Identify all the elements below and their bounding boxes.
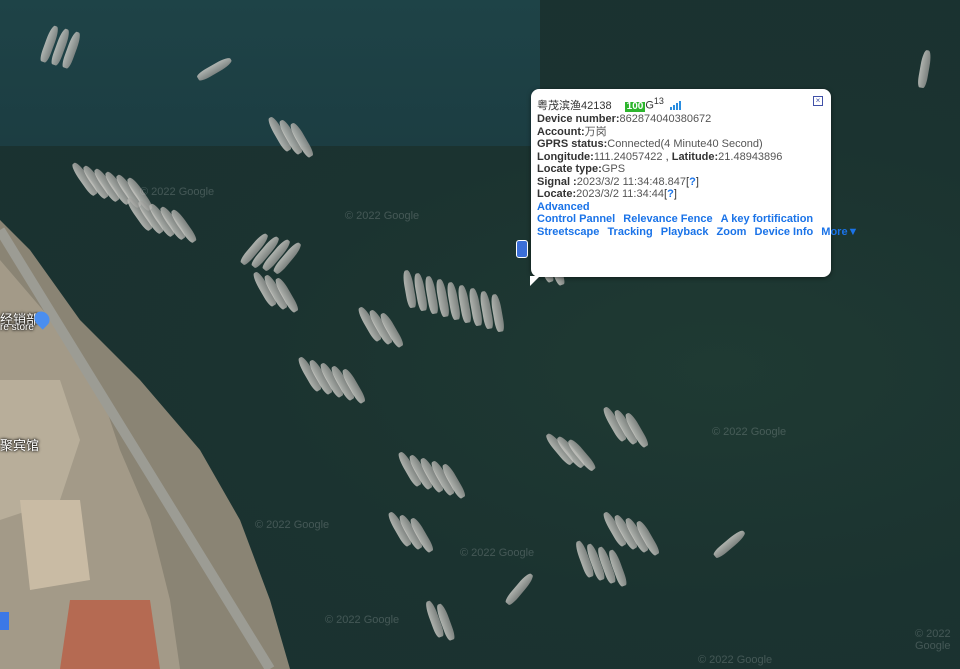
gprs-status: Connected(4 Minute40 Second) xyxy=(607,138,763,151)
key-fortification-link[interactable]: A key fortification xyxy=(721,213,814,225)
locate-time: 2023/3/2 11:34:44 xyxy=(576,188,665,201)
playback-link[interactable]: Playback xyxy=(661,226,709,238)
control-pannel-link[interactable]: Control Pannel xyxy=(537,213,615,225)
streetscape-link[interactable]: Streetscape xyxy=(537,226,599,238)
map-watermark: © 2022 Google xyxy=(140,186,215,198)
vehicle-name: 粤茂滨渔42138 xyxy=(537,99,612,112)
map-label-hotel: 聚宾馆 xyxy=(0,438,40,453)
vehicle-marker-icon[interactable] xyxy=(516,240,528,258)
map-watermark: © 2022 Google xyxy=(698,654,773,666)
battery-icon: 100 xyxy=(624,100,646,112)
map-control-button[interactable] xyxy=(0,612,9,630)
device-info-popup: × 粤茂滨渔42138 100 G13 Device number:8628740… xyxy=(530,89,858,286)
popup-header: 粤茂滨渔42138 100 G13 xyxy=(537,95,831,113)
signal-help-link[interactable]: ? xyxy=(689,176,696,188)
signal-bars-icon xyxy=(669,100,682,114)
signal-label: Signal : xyxy=(537,175,577,188)
map-label-store-en: re store xyxy=(0,322,34,333)
zoom-link[interactable]: Zoom xyxy=(717,226,747,238)
longitude: 111.24057422 xyxy=(593,150,663,163)
latitude: 21.48943896 xyxy=(718,150,783,163)
tracking-link[interactable]: Tracking xyxy=(607,226,652,238)
signal-strength: 13 xyxy=(653,96,664,106)
map-watermark: © 2022 Google xyxy=(712,426,787,438)
advanced-link[interactable]: Advanced xyxy=(537,201,590,213)
more-dropdown[interactable]: More▼ xyxy=(821,226,858,238)
map-watermark: © 2022 Google xyxy=(325,614,400,626)
signal-time: 2023/3/2 11:34:48.847 xyxy=(576,175,687,188)
close-icon[interactable]: × xyxy=(813,96,823,106)
map-watermark: © 2022 Google xyxy=(460,547,535,559)
locate-type-label: Locate type: xyxy=(537,163,602,176)
network-type: G xyxy=(645,99,654,112)
account: 万岗 xyxy=(584,125,607,138)
longitude-label: Longitude: xyxy=(537,150,594,163)
gprs-label: GPRS status: xyxy=(537,138,608,151)
popup-pointer xyxy=(530,276,540,286)
device-info-link[interactable]: Device Info xyxy=(755,226,814,238)
relevance-fence-link[interactable]: Relevance Fence xyxy=(623,213,712,225)
device-number: 862874040380672 xyxy=(619,113,712,126)
locate-label: Locate: xyxy=(537,188,577,201)
locate-type: GPS xyxy=(601,163,626,176)
satellite-map[interactable]: © 2022 Google © 2022 Google © 2022 Googl… xyxy=(0,0,960,669)
map-watermark: © 2022 Google xyxy=(345,210,420,222)
device-number-label: Device number: xyxy=(537,113,620,126)
map-watermark: © 2022 Google xyxy=(915,628,951,652)
account-label: Account: xyxy=(537,125,585,138)
latitude-label: Latitude: xyxy=(671,150,719,163)
map-watermark: © 2022 Google xyxy=(255,519,330,531)
locate-help-link[interactable]: ? xyxy=(667,188,674,200)
